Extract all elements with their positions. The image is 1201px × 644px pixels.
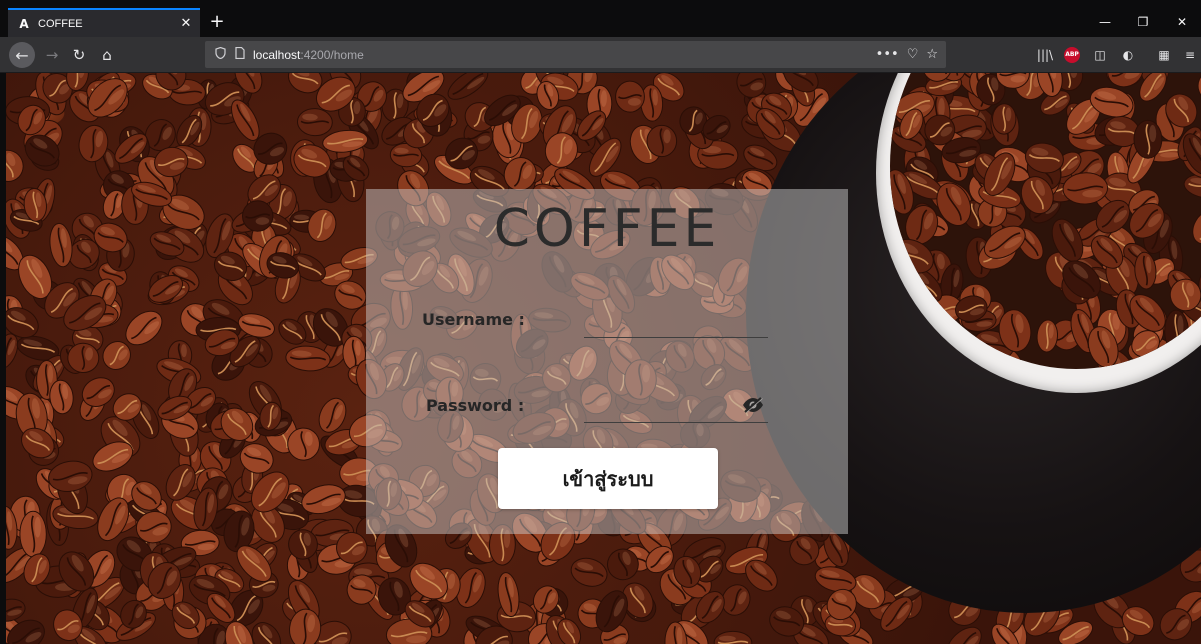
password-label: Password : xyxy=(426,396,525,415)
page-actions-icon[interactable]: ••• xyxy=(876,47,899,62)
library-icon[interactable]: |||\ xyxy=(1035,46,1055,64)
tab-close-icon[interactable]: ✕ xyxy=(176,16,196,31)
menu-icon[interactable]: ≡ xyxy=(1180,46,1200,64)
reload-button[interactable]: ↻ xyxy=(67,43,91,67)
close-window-button[interactable]: ✕ xyxy=(1163,8,1201,37)
tab-title: COFFEE xyxy=(38,17,83,30)
extension-icon[interactable]: ◐ xyxy=(1118,46,1138,64)
tab-bar: A COFFEE ✕ + — ❐ ✕ xyxy=(0,8,1201,37)
username-input[interactable] xyxy=(584,309,768,338)
forward-button[interactable]: → xyxy=(40,43,64,67)
url-path: :4200/home xyxy=(300,47,364,62)
new-tab-button[interactable]: + xyxy=(206,11,228,33)
minimize-button[interactable]: — xyxy=(1086,8,1124,37)
angular-favicon-icon: A xyxy=(19,16,29,31)
username-label: Username : xyxy=(422,310,525,329)
sidebar-icon[interactable]: ◫ xyxy=(1090,46,1110,64)
extension-grid-icon[interactable]: ▦ xyxy=(1154,46,1174,64)
tracking-shield-icon[interactable] xyxy=(211,46,229,62)
back-button[interactable]: ← xyxy=(9,42,35,68)
bookmark-star-icon[interactable]: ☆ xyxy=(926,47,938,62)
brand-title: COFFEE xyxy=(493,199,721,259)
url-bar[interactable]: localhost :4200/home ••• ♡ ☆ xyxy=(205,41,946,68)
url-host: localhost xyxy=(253,47,301,62)
adblock-plus-icon[interactable]: ABP xyxy=(1064,47,1080,63)
pocket-icon[interactable]: ♡ xyxy=(907,47,919,62)
login-card: COFFEE Username : Password : เข้าสู่ระบบ xyxy=(366,189,848,534)
tab-coffee[interactable]: A COFFEE ✕ xyxy=(8,8,200,37)
page-info-icon[interactable] xyxy=(231,46,249,62)
navigation-toolbar: ← → ↻ ⌂ localhost :4200/home ••• ♡ ☆ |||… xyxy=(0,37,1201,73)
login-button[interactable]: เข้าสู่ระบบ xyxy=(498,448,718,509)
home-button[interactable]: ⌂ xyxy=(95,43,119,67)
password-input[interactable] xyxy=(584,394,768,423)
restore-button[interactable]: ❐ xyxy=(1124,8,1162,37)
hide-password-icon[interactable] xyxy=(742,397,764,413)
